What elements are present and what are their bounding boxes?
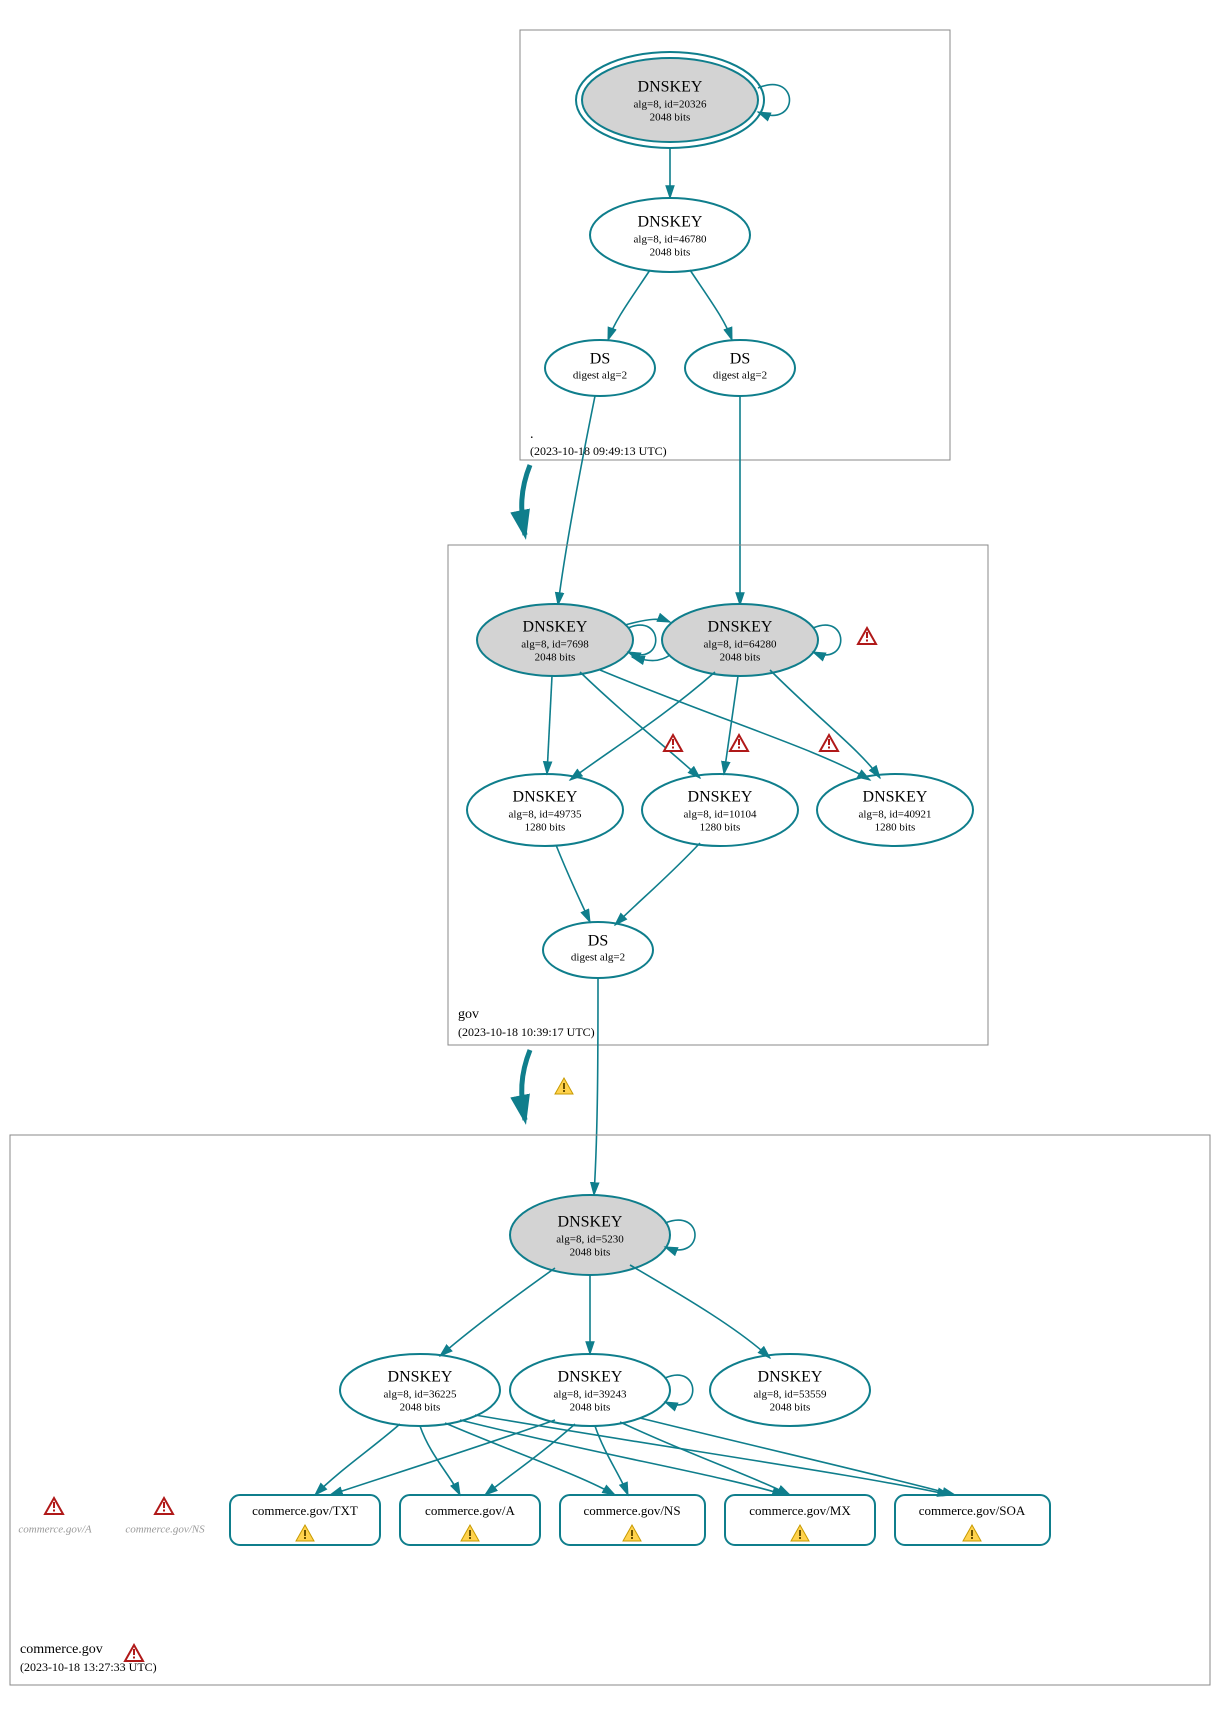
- node-gov-40921: DNSKEY alg=8, id=40921 1280 bits: [817, 774, 973, 846]
- warning-icon: [125, 1645, 143, 1661]
- svg-text:2048 bits: 2048 bits: [570, 1402, 611, 1414]
- svg-text:DNSKEY: DNSKEY: [558, 1214, 623, 1231]
- zone-gov-name: gov: [458, 1007, 479, 1022]
- svg-text:alg=8, id=46780: alg=8, id=46780: [634, 234, 707, 246]
- svg-text:commerce.gov/NS: commerce.gov/NS: [583, 1503, 680, 1518]
- zone-root: . (2023-10-18 09:49:13 UTC) DNSKEY alg=8…: [520, 30, 950, 460]
- svg-text:commerce.gov/SOA: commerce.gov/SOA: [919, 1503, 1026, 1518]
- svg-text:DS: DS: [590, 351, 610, 368]
- svg-text:2048 bits: 2048 bits: [570, 1247, 611, 1259]
- node-root-ds2: DS digest alg=2: [685, 340, 795, 396]
- svg-text:alg=8, id=10104: alg=8, id=10104: [684, 809, 757, 821]
- svg-text:2048 bits: 2048 bits: [400, 1402, 441, 1414]
- svg-text:2048 bits: 2048 bits: [650, 112, 691, 124]
- svg-text:commerce.gov/A: commerce.gov/A: [425, 1503, 515, 1518]
- svg-text:DNSKEY: DNSKEY: [708, 619, 773, 636]
- svg-text:digest alg=2: digest alg=2: [573, 370, 627, 382]
- svg-text:alg=8, id=40921: alg=8, id=40921: [859, 809, 932, 821]
- ghost-a: commerce.gov/A: [18, 1498, 91, 1536]
- node-root-zsk: DNSKEY alg=8, id=46780 2048 bits: [590, 198, 750, 272]
- svg-text:DNSKEY: DNSKEY: [558, 1369, 623, 1386]
- warning-icon: [664, 735, 682, 751]
- node-com-39243: DNSKEY alg=8, id=39243 2048 bits: [510, 1354, 693, 1426]
- zone-commerce-name: commerce.gov: [20, 1642, 103, 1657]
- svg-text:DNSKEY: DNSKEY: [523, 619, 588, 636]
- zone-gov: gov (2023-10-18 10:39:17 UTC) DNSKEY alg…: [448, 545, 988, 1045]
- svg-text:alg=8, id=5230: alg=8, id=5230: [556, 1234, 624, 1246]
- warning-icon: [730, 735, 748, 751]
- node-com-53559: DNSKEY alg=8, id=53559 2048 bits: [710, 1354, 870, 1426]
- node-root-ds1: DS digest alg=2: [545, 340, 655, 396]
- rrset-ns: commerce.gov/NS: [560, 1495, 705, 1545]
- svg-text:2048 bits: 2048 bits: [535, 652, 576, 664]
- svg-text:digest alg=2: digest alg=2: [713, 370, 767, 382]
- svg-text:alg=8, id=36225: alg=8, id=36225: [384, 1389, 457, 1401]
- svg-text:DNSKEY: DNSKEY: [638, 214, 703, 231]
- svg-text:alg=8, id=64280: alg=8, id=64280: [704, 639, 777, 651]
- node-gov-10104: DNSKEY alg=8, id=10104 1280 bits: [642, 774, 798, 846]
- node-gov-ds: DS digest alg=2: [543, 922, 653, 978]
- svg-text:alg=8, id=20326: alg=8, id=20326: [634, 99, 707, 111]
- node-root-ksk: DNSKEY alg=8, id=20326 2048 bits: [576, 52, 790, 148]
- svg-text:commerce.gov/NS: commerce.gov/NS: [125, 1524, 205, 1536]
- dnssec-chain-diagram: . (2023-10-18 09:49:13 UTC) DNSKEY alg=8…: [0, 0, 1223, 1734]
- warning-icon: [820, 735, 838, 751]
- delegation-root-to-gov: [522, 465, 530, 535]
- svg-text:commerce.gov/MX: commerce.gov/MX: [749, 1503, 851, 1518]
- delegation-gov-to-commerce: [522, 1050, 530, 1120]
- rrset-txt: commerce.gov/TXT: [230, 1495, 380, 1545]
- zone-commerce: commerce.gov (2023-10-18 13:27:33 UTC) D…: [10, 1135, 1210, 1685]
- svg-text:DNSKEY: DNSKEY: [863, 789, 928, 806]
- svg-text:DS: DS: [730, 351, 750, 368]
- node-gov-64280: DNSKEY alg=8, id=64280 2048 bits: [662, 604, 841, 676]
- svg-text:2048 bits: 2048 bits: [650, 247, 691, 259]
- node-gov-49735: DNSKEY alg=8, id=49735 1280 bits: [467, 774, 623, 846]
- svg-text:1280 bits: 1280 bits: [525, 822, 566, 834]
- svg-text:commerce.gov/TXT: commerce.gov/TXT: [252, 1503, 358, 1518]
- node-gov-7698: DNSKEY alg=8, id=7698 2048 bits: [477, 604, 656, 676]
- svg-text:DNSKEY: DNSKEY: [688, 789, 753, 806]
- svg-text:DNSKEY: DNSKEY: [758, 1369, 823, 1386]
- zone-root-name: .: [530, 427, 534, 442]
- svg-text:2048 bits: 2048 bits: [720, 652, 761, 664]
- svg-text:alg=8, id=39243: alg=8, id=39243: [554, 1389, 627, 1401]
- svg-text:digest alg=2: digest alg=2: [571, 952, 625, 964]
- svg-text:1280 bits: 1280 bits: [700, 822, 741, 834]
- rrset-mx: commerce.gov/MX: [725, 1495, 875, 1545]
- warning-icon: [858, 628, 876, 644]
- svg-text:commerce.gov/A: commerce.gov/A: [18, 1524, 91, 1536]
- rrset-soa: commerce.gov/SOA: [895, 1495, 1050, 1545]
- svg-text:alg=8, id=49735: alg=8, id=49735: [509, 809, 582, 821]
- svg-text:DNSKEY: DNSKEY: [513, 789, 578, 806]
- svg-text:2048 bits: 2048 bits: [770, 1402, 811, 1414]
- zone-gov-time: (2023-10-18 10:39:17 UTC): [458, 1025, 595, 1039]
- svg-text:alg=8, id=53559: alg=8, id=53559: [754, 1389, 827, 1401]
- svg-text:DNSKEY: DNSKEY: [638, 79, 703, 96]
- rrset-a: commerce.gov/A: [400, 1495, 540, 1545]
- svg-text:DNSKEY: DNSKEY: [388, 1369, 453, 1386]
- svg-text:1280 bits: 1280 bits: [875, 822, 916, 834]
- svg-text:DS: DS: [588, 933, 608, 950]
- node-com-5230: DNSKEY alg=8, id=5230 2048 bits: [510, 1195, 695, 1275]
- ghost-ns: commerce.gov/NS: [125, 1498, 205, 1536]
- zone-root-time: (2023-10-18 09:49:13 UTC): [530, 444, 667, 458]
- svg-text:alg=8, id=7698: alg=8, id=7698: [521, 639, 589, 651]
- warning-icon: [555, 1078, 573, 1094]
